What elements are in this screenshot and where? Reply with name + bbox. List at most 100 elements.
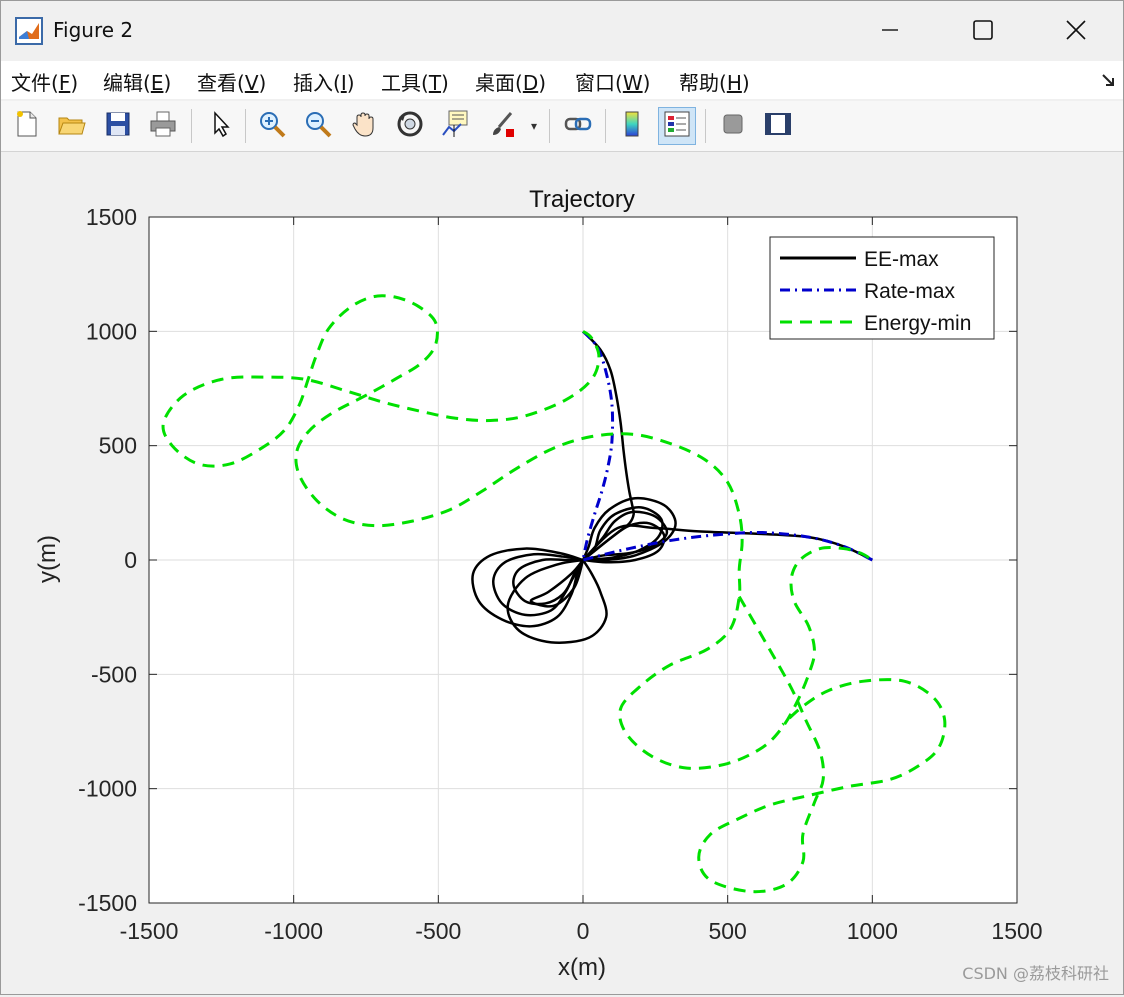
legend-label-ee-max: EE-max — [864, 248, 939, 271]
data-cursor-button[interactable] — [437, 107, 475, 145]
menu-insert-suffix: ) — [346, 71, 355, 95]
colorbar-button[interactable] — [613, 107, 651, 145]
minimize-button[interactable] — [861, 5, 919, 55]
close-icon — [1065, 19, 1087, 41]
menu-file[interactable]: 文件(F) — [11, 67, 78, 96]
show-plot-tools-button[interactable] — [759, 107, 797, 145]
toolbar-separator — [605, 109, 606, 143]
legend-button[interactable] — [658, 107, 696, 145]
x-tick-label: 0 — [577, 918, 590, 944]
x-tick-label: 1000 — [847, 918, 898, 944]
menu-desktop[interactable]: 桌面(D) — [475, 67, 546, 96]
open-file-button[interactable] — [52, 107, 90, 145]
menu-help-text: 帮助( — [679, 71, 727, 95]
legend-label-rate-max: Rate-max — [864, 280, 956, 303]
zoom-in-button[interactable] — [253, 107, 291, 145]
menu-file-text: 文件( — [11, 71, 59, 95]
menu-edit-text: 编辑( — [103, 71, 151, 95]
matlab-logo-icon — [15, 17, 43, 45]
y-tick-label: 500 — [99, 433, 137, 459]
x-axis-label: x(m) — [558, 954, 606, 981]
pan-hand-icon — [349, 109, 379, 143]
figure-window: Figure 2 文件(F) 编辑(E) 查看(V) 插入(I) 工具(T) 桌… — [0, 0, 1124, 995]
maximize-icon — [972, 19, 994, 41]
toolbar-separator — [191, 109, 192, 143]
hide-plot-tools-icon — [718, 109, 748, 143]
y-tick-label: 1500 — [86, 204, 137, 230]
x-tick-label: -1000 — [264, 918, 323, 944]
legend-label-energy-min: Energy-min — [864, 312, 971, 335]
menu-tools-suffix: ) — [441, 71, 449, 95]
menu-bar: 文件(F) 编辑(E) 查看(V) 插入(I) 工具(T) 桌面(D) 窗口(W… — [1, 61, 1123, 99]
menu-view-key: V — [244, 71, 259, 95]
toolbar-separator — [705, 109, 706, 143]
y-tick-label: -1000 — [78, 776, 137, 802]
new-figure-button[interactable] — [7, 107, 45, 145]
menu-insert[interactable]: 插入(I) — [293, 67, 355, 96]
title-bar[interactable]: Figure 2 — [1, 1, 1123, 59]
x-tick-label: 1500 — [991, 918, 1042, 944]
select-pointer-button[interactable] — [201, 107, 239, 145]
menu-window-suffix: ) — [642, 71, 651, 95]
y-tick-label: -500 — [91, 661, 137, 687]
hide-plot-tools-button[interactable] — [714, 107, 752, 145]
x-tick-label: -1500 — [120, 918, 179, 944]
chart-title: Trajectory — [529, 186, 635, 213]
menu-view-suffix: ) — [258, 71, 267, 95]
menu-edit-suffix: ) — [163, 71, 172, 95]
new-figure-icon — [11, 109, 41, 143]
figure-toolbar: ▾ — [1, 101, 1123, 152]
save-button[interactable] — [99, 107, 137, 145]
dock-arrow-icon[interactable] — [1101, 73, 1115, 91]
x-tick-label: 500 — [708, 918, 746, 944]
trajectory-plot[interactable]: Trajectory x(m) y(m) -1500 -1000 -500 0 500 1… — [3, 153, 1121, 993]
watermark: CSDN @荔枝科研社 — [962, 964, 1109, 983]
pan-button[interactable] — [345, 107, 383, 145]
legend[interactable]: EE-max Rate-max Energy-min — [769, 236, 995, 340]
rotate-3d-button[interactable] — [391, 107, 429, 145]
minimize-icon — [880, 20, 900, 40]
zoom-out-button[interactable] — [299, 107, 337, 145]
brush-icon — [487, 109, 517, 143]
menu-help-suffix: ) — [741, 71, 750, 95]
y-tick-label: 0 — [124, 547, 137, 573]
menu-desktop-text: 桌面( — [475, 71, 523, 95]
menu-desktop-suffix: ) — [538, 71, 547, 95]
menu-view-text: 查看( — [197, 71, 245, 95]
legend-icon — [662, 109, 692, 143]
menu-window[interactable]: 窗口(W) — [575, 67, 650, 96]
menu-file-suffix: ) — [70, 71, 79, 95]
menu-insert-text: 插入( — [293, 71, 341, 95]
menu-help[interactable]: 帮助(H) — [679, 67, 750, 96]
y-axis-label: y(m) — [34, 535, 61, 583]
menu-tools-text: 工具( — [381, 71, 429, 95]
link-plot-icon — [563, 109, 593, 143]
menu-file-key: F — [58, 71, 71, 95]
toolbar-separator — [549, 109, 550, 143]
data-cursor-icon — [441, 109, 471, 143]
colorbar-icon — [617, 109, 647, 143]
zoom-in-icon — [257, 109, 287, 143]
select-pointer-icon — [205, 109, 235, 143]
menu-edit[interactable]: 编辑(E) — [103, 67, 171, 96]
brush-button[interactable] — [483, 107, 521, 145]
menu-tools[interactable]: 工具(T) — [381, 67, 449, 96]
y-tick-label: 1000 — [86, 318, 137, 344]
open-file-icon — [56, 109, 86, 143]
y-tick-label: -1500 — [78, 890, 137, 916]
print-button[interactable] — [144, 107, 182, 145]
maximize-button[interactable] — [954, 5, 1012, 55]
print-icon — [148, 109, 178, 143]
menu-help-key: H — [726, 71, 742, 95]
zoom-out-icon — [303, 109, 333, 143]
save-icon — [103, 109, 133, 143]
menu-edit-key: E — [150, 71, 164, 95]
rotate-3d-icon — [395, 109, 425, 143]
brush-dropdown-arrow-icon[interactable]: ▾ — [531, 119, 537, 133]
x-tick-label: -500 — [415, 918, 461, 944]
menu-view[interactable]: 查看(V) — [197, 67, 266, 96]
link-plot-button[interactable] — [559, 107, 597, 145]
menu-window-key: W — [622, 71, 643, 95]
close-button[interactable] — [1047, 5, 1105, 55]
show-plot-tools-icon — [763, 109, 793, 143]
